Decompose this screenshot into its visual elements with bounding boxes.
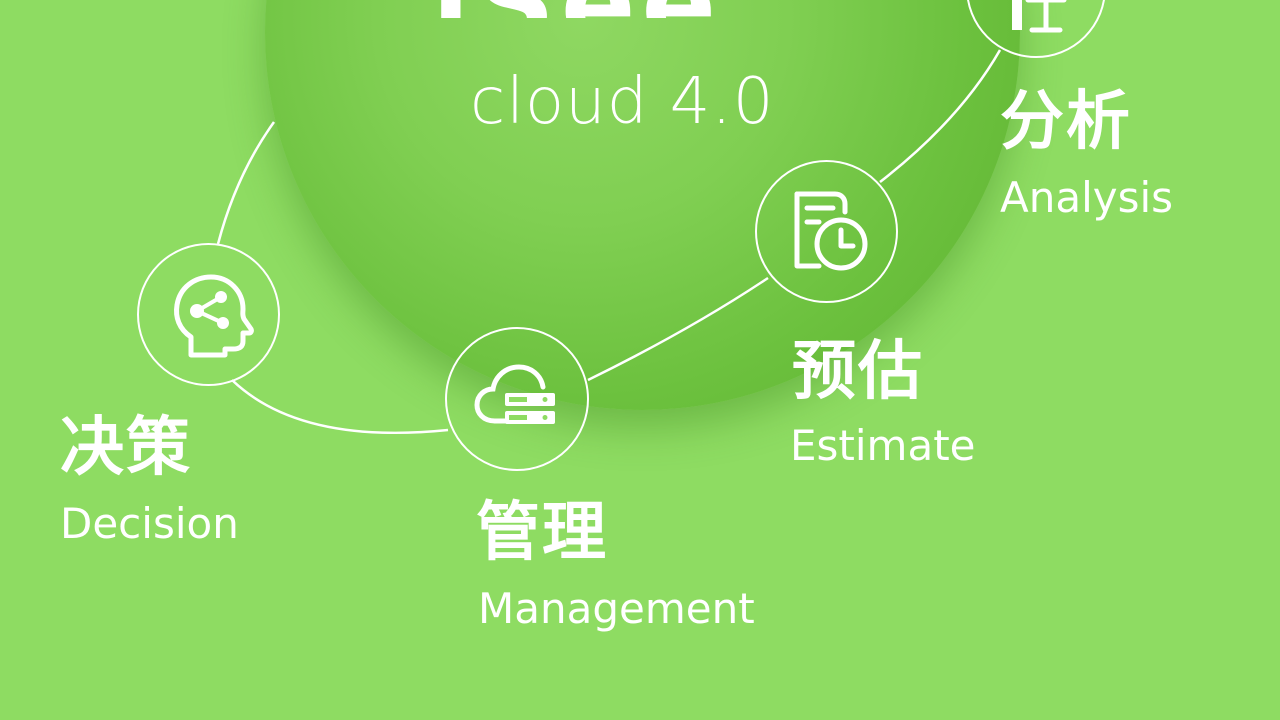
brain-share-icon (173, 274, 254, 357)
cloud-server-icon (474, 364, 555, 424)
chart-icon (1012, 0, 1067, 33)
analysis-subtitle: Analysis (1000, 173, 1174, 222)
management-node[interactable] (445, 327, 589, 471)
decision-subtitle: Decision (60, 499, 239, 548)
management-title: 管理 (476, 496, 608, 570)
document-clock-icon (794, 191, 867, 270)
estimate-title: 预估 (792, 335, 924, 409)
decision-title: 决策 (60, 411, 192, 485)
estimate-node[interactable] (755, 160, 898, 303)
estimate-subtitle: Estimate (790, 421, 976, 470)
analysis-title: 分析 (1000, 85, 1132, 159)
management-subtitle: Management (478, 584, 755, 633)
hero-banner: iSee cloud 4.0 决策 Decision (0, 0, 1280, 720)
decision-node[interactable] (137, 243, 280, 386)
